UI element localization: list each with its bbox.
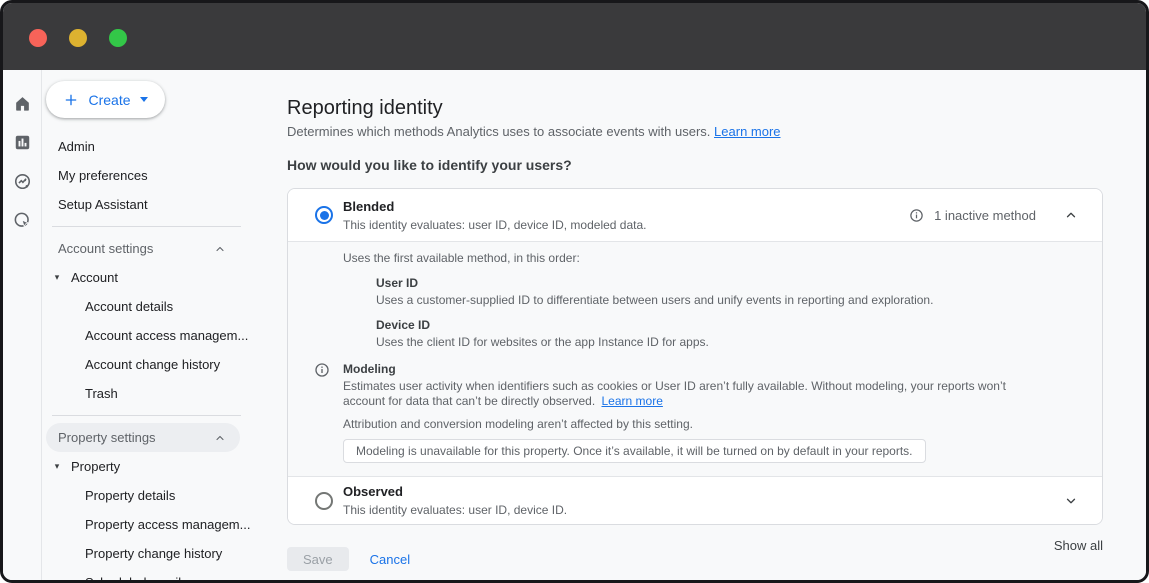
tree-group-label: Account — [71, 270, 118, 285]
tree-group-property[interactable]: ▾ Property — [42, 452, 265, 481]
sidebar-item-label: My preferences — [58, 168, 148, 183]
sidebar-item-trash[interactable]: Trash — [42, 379, 265, 408]
chevron-up-icon[interactable] — [214, 432, 226, 444]
learn-more-link[interactable]: Learn more — [714, 124, 780, 139]
sidebar-item-label: Admin — [58, 139, 95, 154]
tree-group-account[interactable]: ▾ Account — [42, 263, 265, 292]
method-modeling: Modeling Estimates user activity when id… — [343, 362, 1078, 463]
main-content: Reporting identity Determines which meth… — [265, 70, 1146, 580]
modeling-description: Estimates user activity when identifiers… — [343, 379, 1035, 409]
observed-label: Observed — [343, 484, 567, 500]
sidebar-item-account-details[interactable]: Account details — [42, 292, 265, 321]
info-icon[interactable] — [314, 362, 330, 382]
sidebar-item-account-access-management[interactable]: Account access managem... — [42, 321, 265, 350]
caret-down-icon[interactable]: ▾ — [52, 461, 62, 472]
observed-subtitle: This identity evaluates: user ID, device… — [343, 503, 567, 517]
page-description: Determines which methods Analytics uses … — [287, 124, 1103, 140]
advertising-icon[interactable] — [13, 211, 32, 230]
sidebar-item-account-change-history[interactable]: Account change history — [42, 350, 265, 379]
sidebar-item-label: Account details — [85, 299, 173, 314]
sidebar-item-property-details[interactable]: Property details — [42, 481, 265, 510]
caret-down-icon[interactable]: ▾ — [52, 272, 62, 283]
sidebar-item-label: Account change history — [85, 357, 220, 372]
sidebar-item-label: Account access managem... — [85, 328, 248, 343]
section-label: Property settings — [58, 430, 156, 445]
app-window: Create Admin My preferences Setup Assist… — [0, 0, 1149, 583]
method-name: Device ID — [376, 318, 1078, 333]
minimize-window-button[interactable] — [69, 29, 87, 47]
create-button[interactable]: Create — [46, 81, 165, 118]
maximize-window-button[interactable] — [109, 29, 127, 47]
blended-radio[interactable] — [315, 206, 333, 224]
save-button[interactable]: Save — [287, 547, 349, 571]
learn-more-link[interactable]: Learn more — [602, 394, 663, 408]
sidebar-item-property-change-history[interactable]: Property change history — [42, 539, 265, 568]
method-device-id: Device ID Uses the client ID for website… — [376, 318, 1078, 350]
option-observed[interactable]: Observed This identity evaluates: user I… — [288, 477, 1102, 524]
sidebar-item-my-preferences[interactable]: My preferences — [42, 161, 265, 190]
sidebar-item-label: Scheduled emails — [85, 575, 188, 580]
nav-rail — [3, 70, 42, 580]
section-property-settings[interactable]: Property settings — [46, 423, 240, 452]
modeling-unavailable-box: Modeling is unavailable for this propert… — [343, 439, 926, 463]
blended-intro: Uses the first available method, in this… — [343, 251, 1078, 266]
blended-label: Blended — [343, 199, 647, 215]
create-button-label: Create — [88, 92, 130, 108]
method-name: User ID — [376, 276, 1078, 291]
info-icon[interactable] — [909, 208, 924, 223]
home-icon[interactable] — [13, 94, 32, 113]
blended-subtitle: This identity evaluates: user ID, device… — [343, 218, 647, 232]
inactive-method-badge: 1 inactive method — [934, 208, 1036, 223]
show-all-link[interactable]: Show all — [1054, 538, 1103, 553]
identity-question: How would you like to identify your user… — [287, 157, 1103, 174]
sidebar-divider — [52, 415, 241, 416]
blended-details-panel: Uses the first available method, in this… — [288, 241, 1102, 477]
close-window-button[interactable] — [29, 29, 47, 47]
method-name: Modeling — [343, 362, 1078, 377]
traffic-lights — [29, 29, 127, 47]
method-description: Uses the client ID for websites or the a… — [376, 335, 1078, 350]
card-footer: Save Cancel Show all — [287, 538, 1103, 571]
section-label: Account settings — [58, 241, 153, 256]
explore-icon[interactable] — [13, 172, 32, 191]
admin-sidebar: Create Admin My preferences Setup Assist… — [42, 70, 265, 580]
chevron-up-icon[interactable] — [1064, 208, 1078, 222]
chevron-up-icon[interactable] — [214, 243, 226, 255]
observed-radio[interactable] — [315, 492, 333, 510]
page-description-text: Determines which methods Analytics uses … — [287, 124, 710, 139]
window-titlebar — [3, 3, 1146, 70]
reports-icon[interactable] — [13, 133, 32, 152]
sidebar-item-label: Trash — [85, 386, 118, 401]
sidebar-item-property-access-management[interactable]: Property access managem... — [42, 510, 265, 539]
section-account-settings[interactable]: Account settings — [46, 234, 240, 263]
sidebar-item-label: Setup Assistant — [58, 197, 148, 212]
blended-collapse-chevron — [1064, 208, 1078, 222]
sidebar-item-label: Property details — [85, 488, 175, 503]
option-blended[interactable]: Blended This identity evaluates: user ID… — [288, 189, 1102, 241]
modeling-description-text: Estimates user activity when identifiers… — [343, 379, 1006, 408]
observed-expand-chevron — [1064, 494, 1078, 508]
sidebar-divider — [52, 226, 241, 227]
chevron-down-icon[interactable] — [1064, 494, 1078, 508]
plus-icon — [63, 92, 79, 108]
reporting-identity-card: Blended This identity evaluates: user ID… — [287, 188, 1103, 525]
method-user-id: User ID Uses a customer-supplied ID to d… — [376, 276, 1078, 308]
create-dropdown-icon[interactable] — [140, 97, 148, 102]
sidebar-item-label: Property change history — [85, 546, 222, 561]
sidebar-item-scheduled-emails[interactable]: Scheduled emails — [42, 568, 265, 580]
method-description: Uses a customer-supplied ID to different… — [376, 293, 1078, 308]
sidebar-item-setup-assistant[interactable]: Setup Assistant — [42, 190, 265, 219]
modeling-note: Attribution and conversion modeling aren… — [343, 417, 1078, 432]
sidebar-item-admin[interactable]: Admin — [42, 132, 265, 161]
sidebar-item-label: Property access managem... — [85, 517, 250, 532]
cancel-button[interactable]: Cancel — [370, 552, 410, 567]
page-title: Reporting identity — [287, 96, 1103, 120]
tree-group-label: Property — [71, 459, 120, 474]
